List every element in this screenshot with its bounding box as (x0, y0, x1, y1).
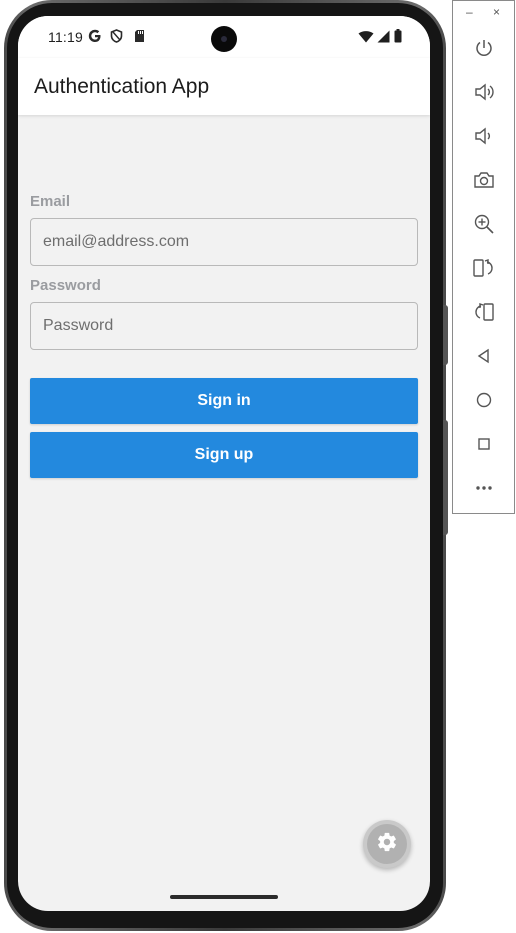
home-icon[interactable] (469, 385, 499, 415)
app-bar: Authentication App (18, 58, 430, 115)
settings-fab[interactable] (363, 820, 411, 868)
power-icon[interactable] (469, 33, 499, 63)
overview-icon[interactable] (469, 429, 499, 459)
back-icon[interactable] (469, 341, 499, 371)
shield-icon (110, 29, 123, 48)
sd-card-icon (134, 29, 145, 48)
phone-power-key (443, 305, 448, 365)
minimize-button[interactable]: – (466, 5, 473, 19)
zoom-in-icon[interactable] (469, 209, 499, 239)
volume-down-icon[interactable] (469, 121, 499, 151)
wifi-icon (358, 30, 374, 48)
app-title: Authentication App (34, 75, 210, 98)
status-time: 11:19 (48, 29, 83, 45)
emulator-toolbar: – × (452, 0, 515, 514)
device-screen: 11:19 Authentication App Email email@add… (18, 16, 430, 911)
rotate-right-icon[interactable] (469, 297, 499, 327)
front-camera (211, 26, 237, 52)
email-label: Email (30, 193, 71, 210)
sign-up-button[interactable]: Sign up (30, 432, 418, 478)
password-field[interactable] (30, 302, 418, 350)
volume-up-icon[interactable] (469, 77, 499, 107)
phone-volume-key (443, 420, 448, 535)
gear-icon (376, 831, 398, 858)
battery-icon (394, 29, 402, 48)
sign-in-button[interactable]: Sign in (30, 378, 418, 424)
email-field[interactable] (30, 218, 418, 266)
more-icon[interactable] (469, 473, 499, 503)
emulator-window-controls: – × (453, 5, 514, 21)
gesture-navigation-bar[interactable] (170, 895, 278, 899)
rotate-left-icon[interactable] (469, 253, 499, 283)
settings-fab-inner (367, 824, 407, 864)
camera-icon[interactable] (469, 165, 499, 195)
password-label: Password (30, 277, 101, 294)
google-g-icon (88, 29, 102, 48)
close-button[interactable]: × (493, 5, 500, 19)
status-bar: 11:19 (18, 16, 430, 58)
signal-icon (377, 30, 390, 48)
